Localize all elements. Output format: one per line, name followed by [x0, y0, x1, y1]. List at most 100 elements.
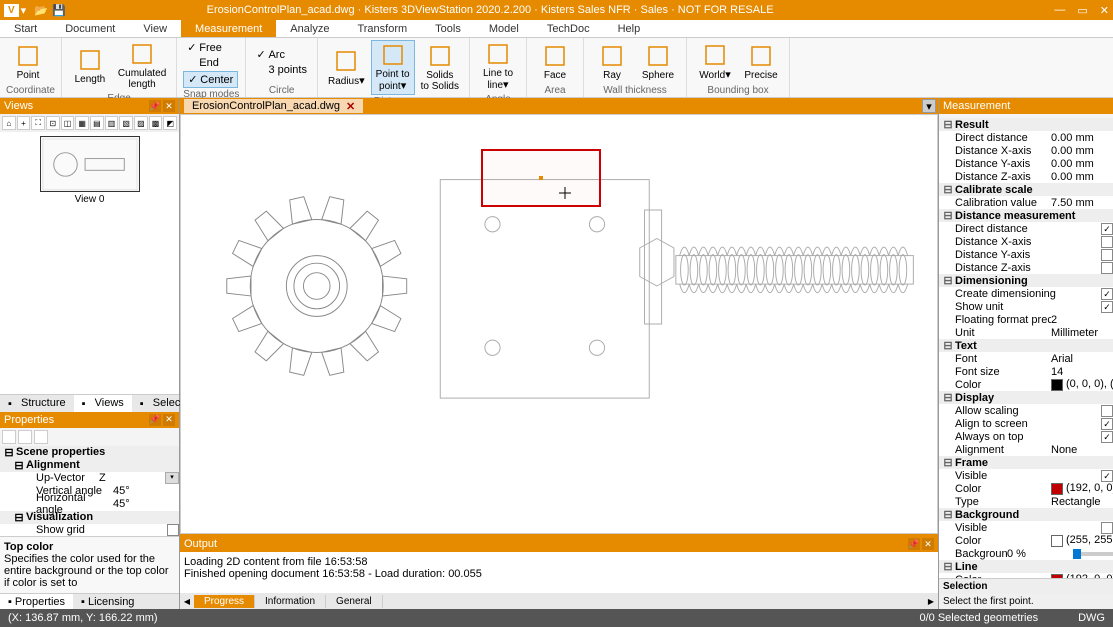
- ribbon-small-btn-3-points[interactable]: 3 points: [252, 63, 311, 77]
- meas-row-background-transpar-[interactable]: Background transpar...0 %: [939, 547, 1113, 560]
- expand-icon[interactable]: ⊟: [943, 456, 953, 469]
- menu-item-start[interactable]: Start: [0, 20, 51, 37]
- menu-item-analyze[interactable]: Analyze: [276, 20, 343, 37]
- ribbon-small-btn-center[interactable]: ✓Center: [183, 71, 238, 88]
- checkbox[interactable]: [1101, 288, 1113, 300]
- meas-row-type[interactable]: TypeRectangle: [939, 495, 1113, 508]
- meas-row-distance-z-axis[interactable]: Distance Z-axis0.00 mm: [939, 170, 1113, 183]
- checkbox[interactable]: [1101, 470, 1113, 482]
- checkbox[interactable]: [1101, 262, 1113, 274]
- props-tb-3-icon[interactable]: [34, 430, 48, 444]
- checkbox[interactable]: [1101, 522, 1113, 534]
- meas-row-unit[interactable]: UnitMillimeter: [939, 326, 1113, 339]
- ribbon-btn-solids-to-solids[interactable]: Solidsto Solids: [417, 40, 463, 95]
- ribbon-btn-precise[interactable]: Precise: [739, 40, 783, 84]
- prop-value[interactable]: Z: [95, 472, 165, 484]
- meas-row-color[interactable]: Color(255, 255, 255), (#: [939, 534, 1113, 547]
- save-icon[interactable]: 💾: [52, 3, 66, 17]
- bottom-tab-properties[interactable]: ▪Properties: [0, 594, 73, 609]
- meas-row-background[interactable]: ⊟Background: [939, 508, 1113, 521]
- view-thumbnail-0[interactable]: [40, 136, 140, 192]
- props-row-scene-properties[interactable]: ⊟Scene properties: [0, 446, 179, 459]
- ribbon-small-btn-end[interactable]: End: [183, 56, 238, 70]
- checkbox[interactable]: [1101, 249, 1113, 261]
- meas-row-text[interactable]: ⊟Text: [939, 339, 1113, 352]
- left-tab-structure[interactable]: ▪Structure: [0, 395, 74, 412]
- expand-icon[interactable]: ⊟: [14, 459, 24, 472]
- prop-value[interactable]: 45°: [109, 498, 179, 510]
- viewport[interactable]: [180, 114, 938, 534]
- meas-row-show-unit[interactable]: Show unit: [939, 300, 1113, 313]
- meas-value[interactable]: 14: [1051, 366, 1113, 378]
- slider[interactable]: [1073, 552, 1113, 556]
- expand-icon[interactable]: ⊟: [943, 391, 953, 404]
- meas-value[interactable]: 0.00 mm: [1051, 145, 1113, 157]
- meas-row-calibration-value[interactable]: Calibration value7.50 mm: [939, 196, 1113, 209]
- meas-row-distance-y-axis[interactable]: Distance Y-axis: [939, 248, 1113, 261]
- app-menu-dropdown[interactable]: ▾: [21, 4, 27, 17]
- meas-value[interactable]: Arial: [1051, 353, 1113, 365]
- meas-value[interactable]: 0.00 mm: [1051, 132, 1113, 144]
- views-tb-btn5-icon[interactable]: ◫: [61, 116, 75, 130]
- props-row-up-vector[interactable]: Up-VectorZ▾: [0, 472, 179, 485]
- prop-value[interactable]: 45°: [109, 485, 179, 497]
- meas-value[interactable]: 0.00 mm: [1051, 158, 1113, 170]
- meas-row-line[interactable]: ⊟Line: [939, 560, 1113, 573]
- document-tab[interactable]: ErosionControlPlan_acad.dwg ✕: [184, 99, 363, 113]
- meas-value[interactable]: 0.00 mm: [1051, 171, 1113, 183]
- props-row-visualization[interactable]: ⊟Visualization: [0, 511, 179, 524]
- meas-row-display[interactable]: ⊟Display: [939, 391, 1113, 404]
- panel-close-icon[interactable]: ✕: [922, 538, 934, 550]
- menu-item-transform[interactable]: Transform: [343, 20, 421, 37]
- expand-icon[interactable]: ⊟: [943, 183, 953, 196]
- meas-value[interactable]: (0, 0, 0), (#00000: [1051, 378, 1113, 390]
- meas-value[interactable]: None: [1051, 444, 1113, 456]
- meas-value[interactable]: (192, 0, 0), (#C00: [1051, 482, 1113, 494]
- meas-row-result[interactable]: ⊟Result: [939, 118, 1113, 131]
- props-tb-2-icon[interactable]: [18, 430, 32, 444]
- ribbon-btn-world[interactable]: World▾: [693, 40, 737, 84]
- meas-value[interactable]: (255, 255, 255), (#: [1051, 534, 1113, 546]
- menu-item-help[interactable]: Help: [604, 20, 655, 37]
- views-tb-btn7-icon[interactable]: ▤: [90, 116, 104, 130]
- pin-icon[interactable]: 📌: [149, 414, 161, 426]
- checkbox[interactable]: [1101, 431, 1113, 443]
- meas-row-visible[interactable]: Visible: [939, 469, 1113, 482]
- meas-row-create-dimensioning[interactable]: Create dimensioning: [939, 287, 1113, 300]
- meas-row-calibrate-scale[interactable]: ⊟Calibrate scale: [939, 183, 1113, 196]
- expand-icon[interactable]: ⊟: [943, 339, 953, 352]
- props-tb-1-icon[interactable]: [2, 430, 16, 444]
- meas-value[interactable]: Rectangle: [1051, 496, 1113, 508]
- output-scroll-left[interactable]: ◀: [180, 597, 194, 606]
- meas-row-frame[interactable]: ⊟Frame: [939, 456, 1113, 469]
- ribbon-btn-ray[interactable]: Ray: [590, 40, 634, 84]
- meas-value[interactable]: 0 %: [1007, 548, 1069, 560]
- output-scroll-right[interactable]: ▶: [924, 597, 938, 606]
- meas-value[interactable]: 7.50 mm: [1051, 197, 1113, 209]
- dropdown-icon[interactable]: ▾: [165, 472, 179, 484]
- output-tab-general[interactable]: General: [326, 595, 383, 608]
- views-tb-btn8-icon[interactable]: ▥: [105, 116, 119, 130]
- color-swatch[interactable]: [1051, 483, 1063, 495]
- expand-icon[interactable]: ⊟: [943, 274, 953, 287]
- menu-item-view[interactable]: View: [129, 20, 181, 37]
- menu-item-techdoc[interactable]: TechDoc: [533, 20, 604, 37]
- close-button[interactable]: ✕: [1100, 4, 1109, 17]
- meas-row-always-on-top[interactable]: Always on top: [939, 430, 1113, 443]
- panel-close-icon[interactable]: ✕: [163, 100, 175, 112]
- ribbon-btn-length[interactable]: Length: [68, 40, 112, 92]
- meas-row-distance-x-axis[interactable]: Distance X-axis: [939, 235, 1113, 248]
- ribbon-btn-face[interactable]: Face: [533, 40, 577, 84]
- checkbox[interactable]: [167, 524, 179, 536]
- ribbon-btn-point-to-point[interactable]: Point topoint▾: [371, 40, 415, 95]
- expand-icon[interactable]: ⊟: [943, 209, 953, 222]
- bottom-tab-licensing[interactable]: ▪Licensing: [73, 594, 142, 609]
- ribbon-btn-point[interactable]: Point: [6, 40, 50, 84]
- views-tb-btn10-icon[interactable]: ▨: [134, 116, 148, 130]
- checkbox[interactable]: [1101, 405, 1113, 417]
- ribbon-btn-radius[interactable]: Radius▾: [324, 40, 369, 95]
- meas-row-allow-scaling[interactable]: Allow scaling: [939, 404, 1113, 417]
- expand-icon[interactable]: ⊟: [943, 508, 953, 521]
- views-tb-expand-icon[interactable]: ⛶: [31, 116, 45, 130]
- meas-value[interactable]: 2: [1051, 314, 1113, 326]
